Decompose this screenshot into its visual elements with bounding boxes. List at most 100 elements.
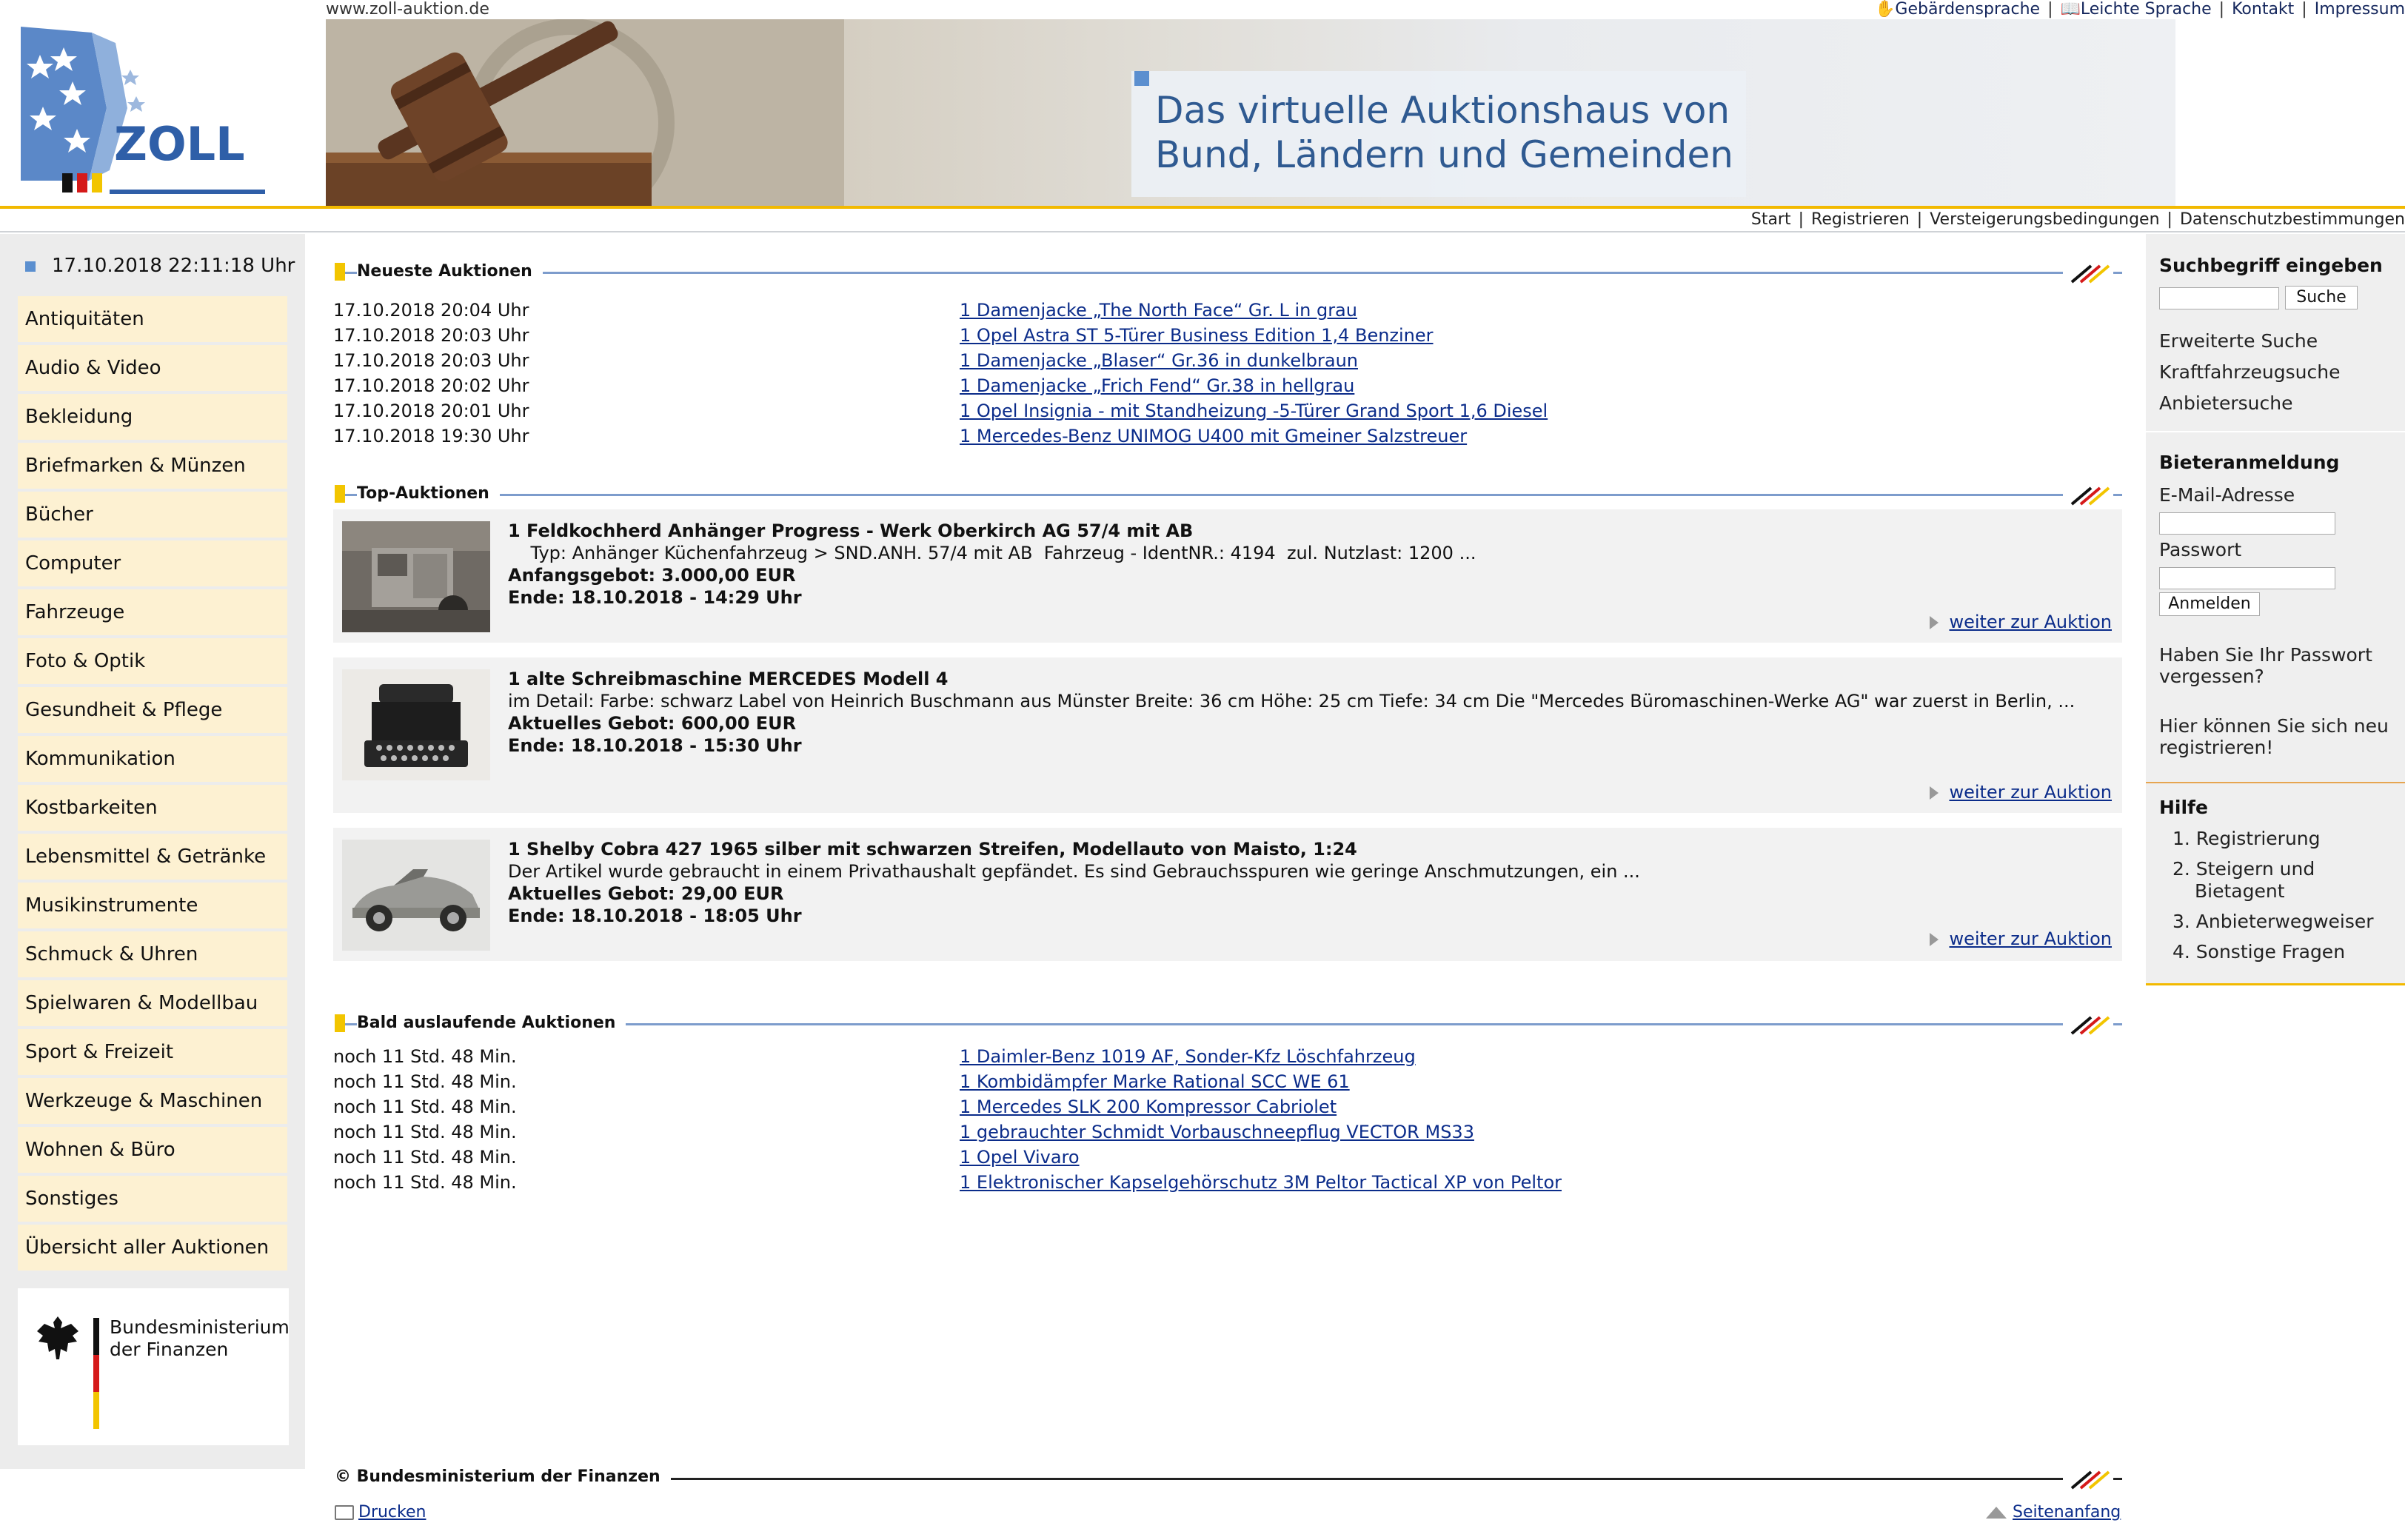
category-books[interactable]: Bücher: [18, 492, 287, 538]
separator: |: [2218, 0, 2225, 19]
model-car-image-icon: [342, 840, 490, 951]
category-communication[interactable]: Kommunikation: [18, 736, 287, 782]
search-button[interactable]: Suche: [2285, 286, 2358, 309]
auction-description: im Detail: Farbe: schwarz Label von Hein…: [508, 691, 2075, 712]
arrow-right-icon: [1930, 786, 1939, 800]
auction-link[interactable]: 1 Kombidämpfer Marke Rational SCC WE 61: [960, 1071, 1350, 1092]
auction-link[interactable]: 1 Daimler-Benz 1019 AF, Sonder-Kfz Lösch…: [960, 1046, 1416, 1067]
auction-end: Ende: 18.10.2018 - 15:30 Uhr: [508, 735, 802, 756]
easy-language-link[interactable]: 📖Leichte Sprache: [2061, 0, 2212, 19]
auction-thumbnail[interactable]: [342, 840, 490, 951]
list-item: noch 11 Std. 48 Min. 1 Daimler-Benz 1019 …: [333, 1044, 2118, 1069]
seller-search-link[interactable]: Anbietersuche: [2159, 392, 2292, 414]
contact-link[interactable]: Kontakt: [2232, 0, 2294, 19]
help-item-bidding[interactable]: 2. Steigern und: [2172, 858, 2374, 880]
ministry-logo[interactable]: Bundesministerium der Finanzen: [18, 1288, 290, 1445]
category-jewelry-watches[interactable]: Schmuck & Uhren: [18, 931, 287, 977]
help-item-other-questions[interactable]: 4. Sonstige Fragen: [2172, 941, 2374, 971]
sub-nav-divider: [0, 231, 2405, 232]
auction-link[interactable]: 1 Mercedes-Benz UNIMOG U400 mit Gmeiner …: [960, 426, 1467, 446]
auction-title[interactable]: 1 Shelby Cobra 427 1965 silber mit schwa…: [508, 838, 2110, 860]
password-field[interactable]: [2159, 567, 2335, 589]
go-to-auction-link[interactable]: weiter zur Auktion: [1949, 928, 2112, 949]
auction-end: Ende: 18.10.2018 - 18:05 Uhr: [508, 905, 802, 926]
nav-privacy[interactable]: Datenschutzbestimmungen: [2180, 210, 2405, 229]
search-input[interactable]: [2159, 287, 2279, 309]
newest-auctions-list: 17.10.2018 20:04 Uhr 1 Damenjacke „The No…: [333, 298, 2118, 449]
go-to-auction-link[interactable]: weiter zur Auktion: [1949, 612, 2112, 632]
flag-stripes-icon: [2070, 486, 2110, 506]
auction-title[interactable]: 1 Feldkochherd Anhänger Progress - Werk …: [508, 520, 2110, 542]
auction-price: Aktuelles Gebot: 600,00 EUR: [508, 713, 797, 734]
category-valuables[interactable]: Kostbarkeiten: [18, 785, 287, 831]
help-item-bidding-cont[interactable]: Bietagent: [2172, 880, 2374, 911]
category-toys-models[interactable]: Spielwaren & Modellbau: [18, 980, 287, 1026]
auction-details: 1 Feldkochherd Anhänger Progress - Werk …: [508, 520, 2110, 609]
category-audio-video[interactable]: Audio & Video: [18, 345, 287, 391]
help-item-registration[interactable]: 1. Registrierung: [2172, 828, 2374, 858]
auction-thumbnail[interactable]: [342, 521, 490, 632]
datetime-marker: [25, 261, 36, 272]
vehicle-search-link[interactable]: Kraftfahrzeugsuche: [2159, 361, 2340, 383]
category-sport-leisure[interactable]: Sport & Freizeit: [18, 1029, 287, 1075]
category-stamps-coins[interactable]: Briefmarken & Münzen: [18, 443, 287, 489]
nav-start[interactable]: Start: [1751, 210, 1791, 229]
footer-copyright: © Bundesministerium der Finanzen: [335, 1467, 2122, 1490]
zoll-logo[interactable]: ZOLL: [18, 25, 270, 197]
category-computer[interactable]: Computer: [18, 540, 287, 586]
category-antiques[interactable]: Antiquitäten: [18, 296, 287, 342]
auction-link[interactable]: 1 Opel Vivaro: [960, 1147, 1080, 1168]
nav-auction-terms[interactable]: Versteigerungsbedingungen: [1930, 210, 2159, 229]
email-field[interactable]: [2159, 512, 2335, 535]
more-link-wrapper: weiter zur Auktion: [1930, 782, 2112, 803]
category-food-drinks[interactable]: Lebensmittel & Getränke: [18, 834, 287, 880]
section-divider: [2146, 431, 2405, 432]
auction-link[interactable]: 1 Mercedes SLK 200 Kompressor Cabriolet: [960, 1097, 1337, 1117]
auction-description: Typ: Anhänger Küchenfahrzeug > SND.ANH. …: [508, 543, 1476, 563]
auction-link[interactable]: 1 Damenjacke „The North Face“ Gr. L in g…: [960, 300, 1357, 321]
category-instruments[interactable]: Musikinstrumente: [18, 883, 287, 928]
list-item: 17.10.2018 20:03 Uhr 1 Damenjacke „Blaser…: [333, 348, 2118, 373]
heading-rule-end: [2113, 494, 2122, 496]
time-remaining: noch 11 Std. 48 Min.: [333, 1046, 517, 1067]
heading-rule-end: [2113, 1023, 2122, 1025]
category-tools-machines[interactable]: Werkzeuge & Maschinen: [18, 1078, 287, 1124]
auction-link[interactable]: 1 Damenjacke „Frich Fend“ Gr.38 in hellg…: [960, 375, 1354, 396]
sign-language-icon: ✋: [1875, 0, 1896, 19]
auction-time: 17.10.2018 20:03 Uhr: [333, 325, 529, 346]
top-links: ✋Gebärdensprache | 📖Leichte Sprache | Kontak…: [1875, 0, 2405, 19]
search-heading: Suchbegriff eingeben: [2159, 255, 2383, 276]
auction-link[interactable]: 1 Damenjacke „Blaser“ Gr.36 in dunkelbra…: [960, 350, 1358, 371]
category-photo-optics[interactable]: Foto & Optik: [18, 638, 287, 684]
category-all-auctions[interactable]: Übersicht aller Auktionen: [18, 1225, 287, 1270]
go-to-auction-link[interactable]: weiter zur Auktion: [1949, 782, 2112, 803]
category-misc[interactable]: Sonstiges: [18, 1176, 287, 1222]
auction-link[interactable]: 1 gebrauchter Schmidt Vorbauschneepflug …: [960, 1122, 1474, 1142]
register-link[interactable]: Hier können Sie sich neu registrieren!: [2159, 715, 2389, 758]
auction-link[interactable]: 1 Elektronischer Kapselgehörschutz 3M Pe…: [960, 1172, 1562, 1193]
sign-language-link[interactable]: ✋Gebärdensprache: [1875, 0, 2040, 19]
arrow-up-icon: [1986, 1507, 2007, 1519]
category-living-office[interactable]: Wohnen & Büro: [18, 1127, 287, 1173]
category-vehicles[interactable]: Fahrzeuge: [18, 589, 287, 635]
imprint-link[interactable]: Impressum: [2315, 0, 2405, 19]
help-item-seller-guide[interactable]: 3. Anbieterwegweiser: [2172, 911, 2374, 941]
category-health-care[interactable]: Gesundheit & Pflege: [18, 687, 287, 733]
auction-link[interactable]: 1 Opel Insignia - mit Standheizung -5-Tü…: [960, 401, 1548, 421]
list-item: noch 11 Std. 48 Min. 1 Elektronischer Kap…: [333, 1170, 2118, 1195]
german-flag-stripe: [93, 1318, 99, 1429]
advanced-search-link[interactable]: Erweiterte Suche: [2159, 330, 2318, 352]
category-clothing[interactable]: Bekleidung: [18, 394, 287, 440]
back-to-top-wrapper: Seitenanfang: [1986, 1503, 2121, 1521]
auction-thumbnail[interactable]: [342, 669, 490, 780]
list-item: 17.10.2018 20:01 Uhr 1 Opel Insignia - mi…: [333, 398, 2118, 424]
back-to-top-link[interactable]: Seitenanfang: [2013, 1503, 2121, 1521]
auction-link[interactable]: 1 Opel Astra ST 5-Türer Business Edition…: [960, 325, 1434, 346]
forgot-password-link[interactable]: Haben Sie Ihr Passwort vergessen?: [2159, 644, 2372, 687]
heading-marker: [335, 485, 345, 503]
print-link[interactable]: Drucken: [358, 1503, 426, 1521]
auction-title[interactable]: 1 alte Schreibmaschine MERCEDES Modell 4: [508, 668, 2110, 690]
login-button[interactable]: Anmelden: [2159, 592, 2260, 616]
nav-register[interactable]: Registrieren: [1811, 210, 1910, 229]
printer-icon: [335, 1505, 354, 1520]
